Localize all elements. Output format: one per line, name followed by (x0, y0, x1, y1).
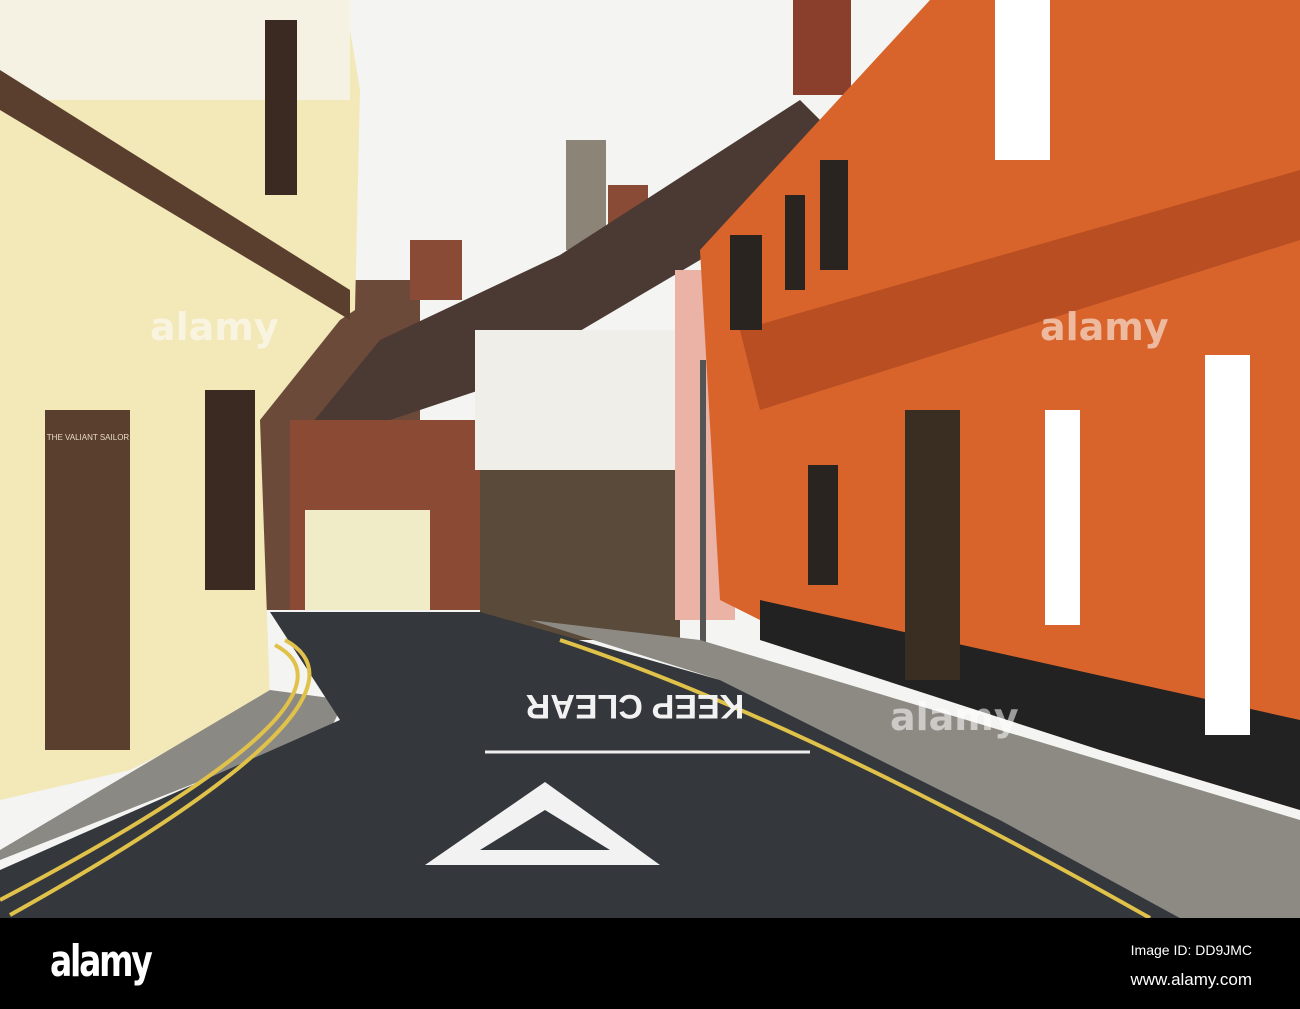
chimney (793, 0, 851, 95)
window (820, 160, 848, 270)
street-scene-photo: THE VALIANT SAILOR KEEP CLEAR alamy alam… (0, 0, 1300, 918)
image-id: Image ID: DD9JMC (1130, 942, 1252, 958)
white-upper-floor (475, 330, 675, 470)
keep-clear-marking: KEEP CLEAR (526, 687, 745, 725)
window (1045, 410, 1080, 625)
cream-ground-floor (305, 510, 430, 610)
watermark: alamy (890, 695, 1019, 739)
pub-sign: THE VALIANT SAILOR (47, 433, 130, 442)
window (785, 195, 805, 290)
window (808, 465, 838, 585)
site-url: www.alamy.com (1130, 970, 1252, 989)
doorway (45, 410, 130, 750)
doorway (1205, 355, 1250, 735)
lamp-post (700, 360, 706, 660)
dark-brick-ground-floor (480, 470, 680, 640)
chimney (410, 240, 462, 300)
window (205, 390, 255, 590)
watermark: alamy (150, 305, 279, 349)
window (265, 20, 297, 195)
watermark: alamy (1040, 305, 1169, 349)
stock-photo: THE VALIANT SAILOR KEEP CLEAR alamy alam… (0, 0, 1300, 1009)
window (730, 235, 762, 330)
window (995, 0, 1050, 160)
doorway (905, 410, 960, 680)
alamy-logo: alamy (50, 936, 153, 987)
footer-bar: alamy Image ID: DD9JMC www.alamy.com (0, 918, 1300, 1009)
